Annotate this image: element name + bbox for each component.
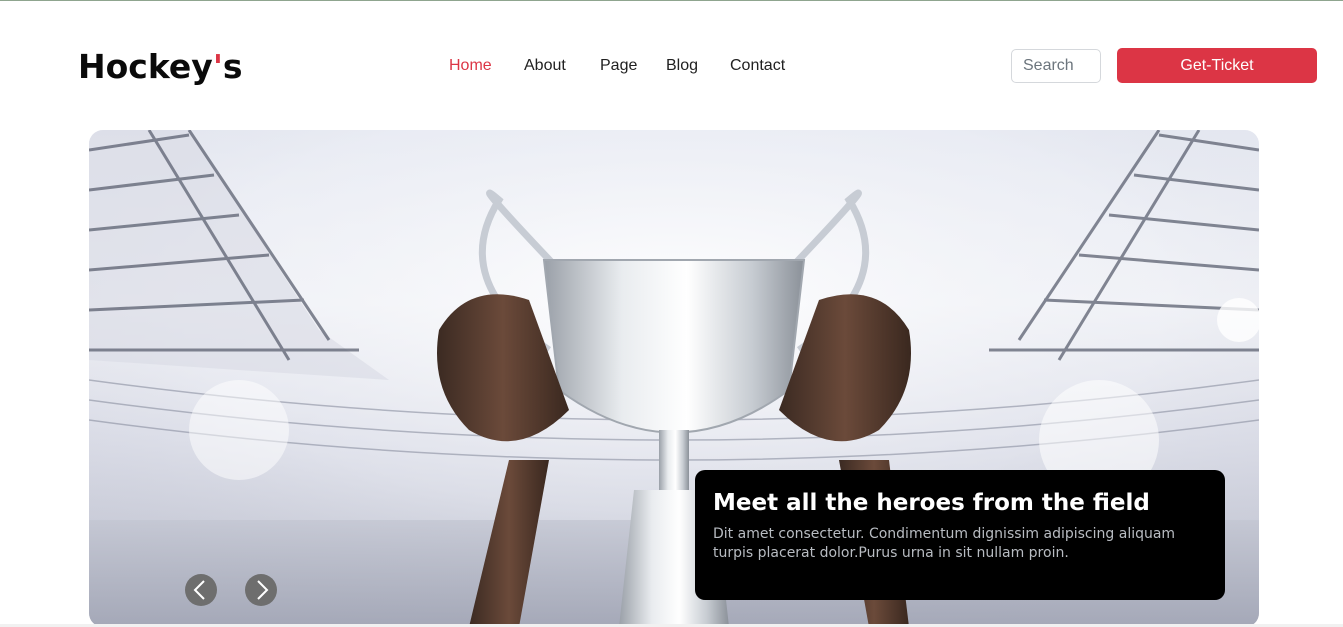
caption-title: Meet all the heroes from the field — [713, 490, 1150, 516]
nav-about[interactable]: About — [524, 55, 566, 77]
hero-caption: Meet all the heroes from the field Dit a… — [695, 470, 1225, 600]
nav-page[interactable]: Page — [600, 55, 637, 77]
nav-contact[interactable]: Contact — [730, 55, 785, 77]
carousel-next-button[interactable] — [245, 574, 277, 606]
chevron-right-icon — [257, 580, 269, 600]
nav-blog[interactable]: Blog — [666, 55, 698, 77]
carousel-prev-button[interactable] — [185, 574, 217, 606]
chevron-left-icon — [193, 580, 205, 600]
get-ticket-button[interactable]: Get-Ticket — [1117, 48, 1317, 83]
caption-text: Dit amet consectetur. Condimentum dignis… — [713, 526, 1176, 561]
nav-home[interactable]: Home — [449, 55, 492, 77]
site-header: Hockey's Home About Page Blog Contact Ge… — [0, 0, 1343, 120]
search-input[interactable] — [1011, 49, 1101, 83]
